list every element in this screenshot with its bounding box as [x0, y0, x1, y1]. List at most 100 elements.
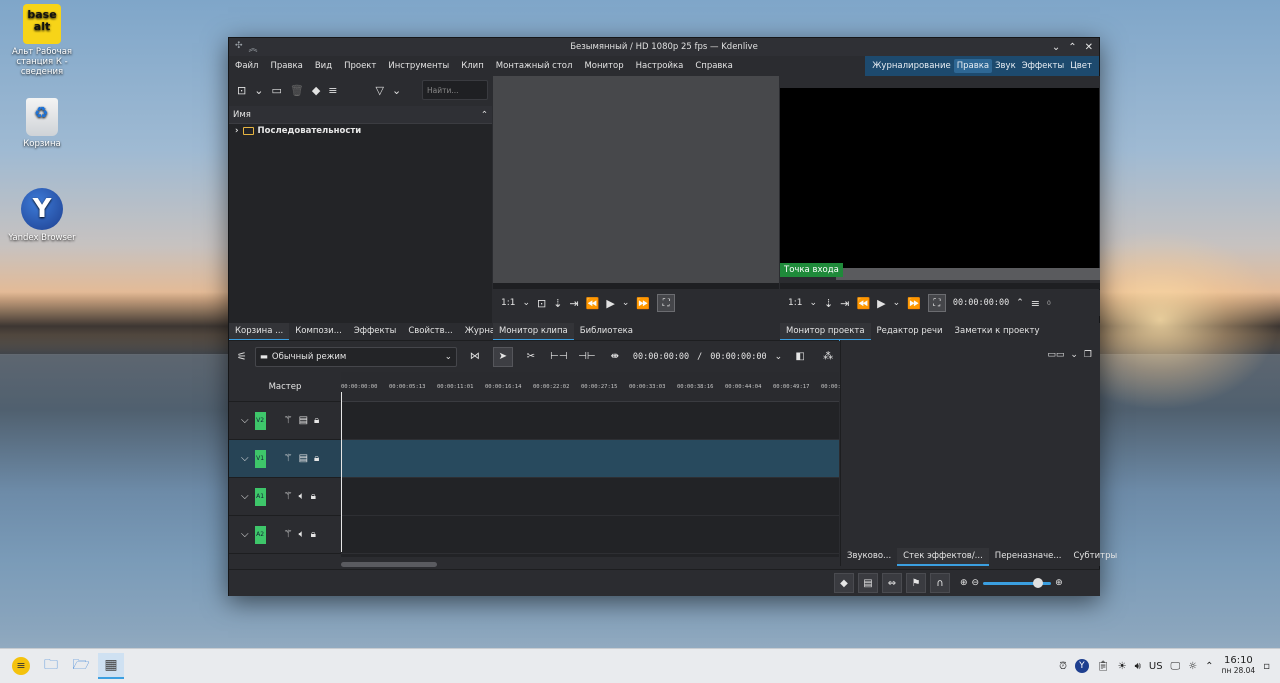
project-play-icon[interactable]: ▶: [877, 297, 885, 310]
track-header-a1[interactable]: ⌵ A1 ⚚ 🔈︎ 🔒︎: [229, 478, 341, 516]
alarm-icon[interactable]: ⏰︎: [1059, 661, 1067, 672]
expand-chevron-icon[interactable]: ›: [235, 126, 239, 136]
effects-wand-icon[interactable]: ⚚: [284, 415, 293, 426]
timeline-ruler[interactable]: 00:00:00:00 00:00:05:13 00:00:11:01 00:0…: [341, 372, 844, 402]
speaker-icon[interactable]: 🔈︎: [299, 529, 305, 540]
weather-icon[interactable]: ☀: [1118, 661, 1127, 672]
effects-wand-icon[interactable]: ⚚: [284, 529, 293, 540]
clip-monitor-screen[interactable]: [493, 76, 779, 283]
timeline-current-timecode[interactable]: 00:00:00:00: [633, 352, 689, 362]
spacer-tool-icon[interactable]: ⊢⊣: [549, 347, 569, 367]
project-set-in-icon[interactable]: ⇣: [824, 297, 833, 310]
set-out-icon[interactable]: ⇥: [569, 297, 578, 310]
clip-zoom-value[interactable]: 1:1: [501, 298, 515, 308]
tab-properties[interactable]: Свойств...: [402, 323, 458, 341]
menu-settings[interactable]: Настройка: [630, 61, 690, 71]
bin-search-input[interactable]: Найти...: [422, 80, 488, 100]
ripple-tool-icon[interactable]: ⊣⊢: [577, 347, 597, 367]
play-icon[interactable]: ▶: [606, 297, 614, 310]
clip-monitor-ruler[interactable]: [493, 283, 779, 289]
tab-remap[interactable]: Переназначе...: [989, 548, 1068, 566]
timecode-dropdown-icon[interactable]: ⌄: [775, 352, 783, 362]
tab-clip-monitor[interactable]: Монитор клипа: [493, 323, 574, 341]
tag-filter-icon[interactable]: ◆: [834, 573, 854, 593]
zoom-in-icon[interactable]: ⊕: [1055, 578, 1063, 588]
filter-dropdown-icon[interactable]: ⌄: [392, 84, 401, 97]
zoom-slider-handle[interactable]: [1033, 577, 1044, 588]
menu-timeline[interactable]: Монтажный стол: [490, 61, 579, 71]
zoom-out-icon[interactable]: ⊖: [972, 578, 980, 588]
tab-effects[interactable]: Эффекты: [348, 323, 403, 341]
project-set-out-icon[interactable]: ⇥: [840, 297, 849, 310]
slip-tool-icon[interactable]: ⇼: [605, 347, 625, 367]
tab-project-bin[interactable]: Корзина ...: [229, 323, 290, 341]
lock-icon[interactable]: 🔒︎: [311, 529, 316, 540]
workspace-color[interactable]: Цвет: [1067, 59, 1095, 73]
speaker-icon[interactable]: 🔈︎: [299, 491, 305, 502]
app-launcher-icon[interactable]: ≡: [8, 653, 34, 679]
film-icon[interactable]: ▤: [299, 453, 308, 464]
bin-folder-row[interactable]: › Последовательности: [235, 126, 486, 136]
filter-icon[interactable]: ▽: [376, 84, 384, 97]
delete-icon[interactable]: 🗑: [290, 84, 304, 97]
desktop-icon-yandex-browser[interactable]: Y Yandex Browser: [0, 188, 84, 243]
add-clip-icon[interactable]: ⊡: [237, 84, 246, 97]
timeline-track-a1[interactable]: [341, 478, 839, 516]
window-titlebar[interactable]: ✣ ︽ Безымянный / HD 1080p 25 fps — Kdenl…: [229, 38, 1099, 56]
project-zoom-value[interactable]: 1:1: [788, 298, 802, 308]
menu-project[interactable]: Проект: [338, 61, 382, 71]
timeline-scrollbar[interactable]: [341, 562, 437, 567]
project-zoom-dropdown-icon[interactable]: ⌄: [809, 298, 817, 308]
compare-dropdown-icon[interactable]: ⌄: [1070, 350, 1078, 360]
collapse-chevron-icon[interactable]: ⌵: [241, 453, 249, 464]
set-in-icon[interactable]: ⇣: [553, 297, 562, 310]
sort-chevron-icon[interactable]: ⌃: [481, 110, 488, 120]
tab-project-monitor[interactable]: Монитор проекта: [780, 323, 871, 341]
copy-icon[interactable]: ❐: [1084, 350, 1092, 360]
volume-icon[interactable]: 🔊︎: [1135, 661, 1141, 672]
menu-clip[interactable]: Клип: [455, 61, 490, 71]
tab-effect-stack[interactable]: Стек эффектов/...: [897, 548, 989, 566]
project-fullscreen-icon[interactable]: ⛶: [927, 294, 946, 312]
favorites-folder-icon[interactable]: 🗀: [38, 653, 64, 679]
tab-subtitles[interactable]: Субтитры: [1067, 548, 1123, 566]
project-forward-icon[interactable]: ⏩: [907, 297, 921, 310]
clock[interactable]: 16:10 пн 28.04: [1222, 656, 1256, 676]
timeline-settings-icon[interactable]: ⚟: [237, 350, 247, 363]
collapse-chevron-icon[interactable]: ⌵: [241, 529, 249, 540]
tab-compositions[interactable]: Компози...: [289, 323, 348, 341]
timecode-stepper-icon[interactable]: ⌃: [1016, 298, 1024, 308]
workspace-effects[interactable]: Эффекты: [1019, 59, 1068, 73]
project-monitor-screen[interactable]: [780, 88, 1099, 268]
film-icon[interactable]: ▤: [299, 415, 308, 426]
timeline-track-v1[interactable]: [341, 440, 839, 478]
lock-icon[interactable]: 🔒︎: [311, 491, 316, 502]
show-audio-thumbnails-icon[interactable]: ⇔: [882, 573, 902, 593]
fullscreen-icon[interactable]: ⛶: [657, 294, 676, 312]
project-rewind-icon[interactable]: ⏪: [856, 297, 870, 310]
collapse-chevron-icon[interactable]: ⌵: [241, 491, 249, 502]
tab-library[interactable]: Библиотека: [574, 323, 639, 341]
tag-icon[interactable]: ◆: [312, 84, 320, 97]
snap-icon[interactable]: ∩: [930, 573, 950, 593]
lock-icon[interactable]: 🔒︎: [314, 415, 319, 426]
bin-column-header[interactable]: Имя ⌃: [229, 106, 492, 124]
rewind-icon[interactable]: ⏪: [586, 297, 600, 310]
project-monitor-menu-icon[interactable]: ≡: [1031, 297, 1040, 310]
tab-project-notes[interactable]: Заметки к проекту: [949, 323, 1046, 341]
menu-monitor[interactable]: Монитор: [578, 61, 629, 71]
clip-overlay-icon[interactable]: ⊡: [537, 297, 546, 310]
keyboard-layout[interactable]: US: [1149, 661, 1163, 672]
zoom-slider[interactable]: [983, 577, 1052, 588]
clip-zoom-dropdown-icon[interactable]: ⌄: [522, 298, 530, 308]
multicam-tool-icon[interactable]: ⋈: [465, 347, 485, 367]
tab-speech-editor[interactable]: Редактор речи: [871, 323, 949, 341]
playhead[interactable]: [341, 392, 342, 552]
workspace-audio[interactable]: Звук: [992, 59, 1019, 73]
effects-wand-icon[interactable]: ⚚: [284, 453, 293, 464]
razor-tool-icon[interactable]: ✂: [521, 347, 541, 367]
project-monitor-ruler[interactable]: [780, 283, 1100, 289]
clipboard-icon[interactable]: 📋︎: [1097, 661, 1110, 672]
track-header-v2[interactable]: ⌵ V2 ⚚ ▤ 🔒︎: [229, 402, 341, 440]
edit-mode-select[interactable]: ▬ Обычный режим ⌄: [254, 346, 457, 367]
